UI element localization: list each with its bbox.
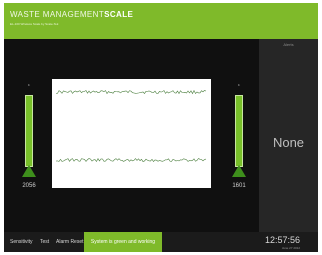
left-gauge-base [22, 165, 36, 177]
alerts-label: Alerts [283, 42, 294, 47]
alerts-panel: Alerts None [259, 39, 318, 232]
status-indicator: System is green and working [84, 232, 162, 252]
left-gauge-caption: lb [27, 83, 31, 87]
right-gauge-caption: lb [237, 83, 241, 87]
left-gauge-level [25, 95, 33, 167]
right-gauge-level [235, 95, 243, 167]
app-subtitle: EL-100 Wireless Scale by Scale-Tek [10, 22, 59, 26]
waveform-trace-bottom [55, 157, 207, 163]
bottom-bar: Sensitivity Test Alarm Reset System is g… [4, 232, 318, 252]
left-gauge-value: 2056 [22, 183, 36, 189]
alerts-value: None [272, 135, 305, 150]
alarm-reset-button[interactable]: Alarm Reset [56, 239, 84, 245]
app-title: WASTE MANAGEMENTSCALE [10, 10, 134, 19]
sensitivity-button[interactable]: Sensitivity [10, 239, 33, 245]
test-button[interactable]: Test [40, 239, 49, 245]
right-gauge-value: 1601 [232, 183, 246, 189]
waveform-trace-top [55, 89, 207, 95]
clock-time: 12:57:56 [264, 235, 300, 245]
clock-date: June 27 2012 [281, 246, 300, 250]
app-screen: WASTE MANAGEMENTSCALE EL-100 Wireless Sc… [4, 3, 318, 252]
waveform-svg [55, 89, 207, 163]
header-bar: WASTE MANAGEMENTSCALE EL-100 Wireless Sc… [4, 3, 318, 39]
waveform-plot [52, 79, 211, 188]
right-gauge-base [232, 165, 246, 177]
